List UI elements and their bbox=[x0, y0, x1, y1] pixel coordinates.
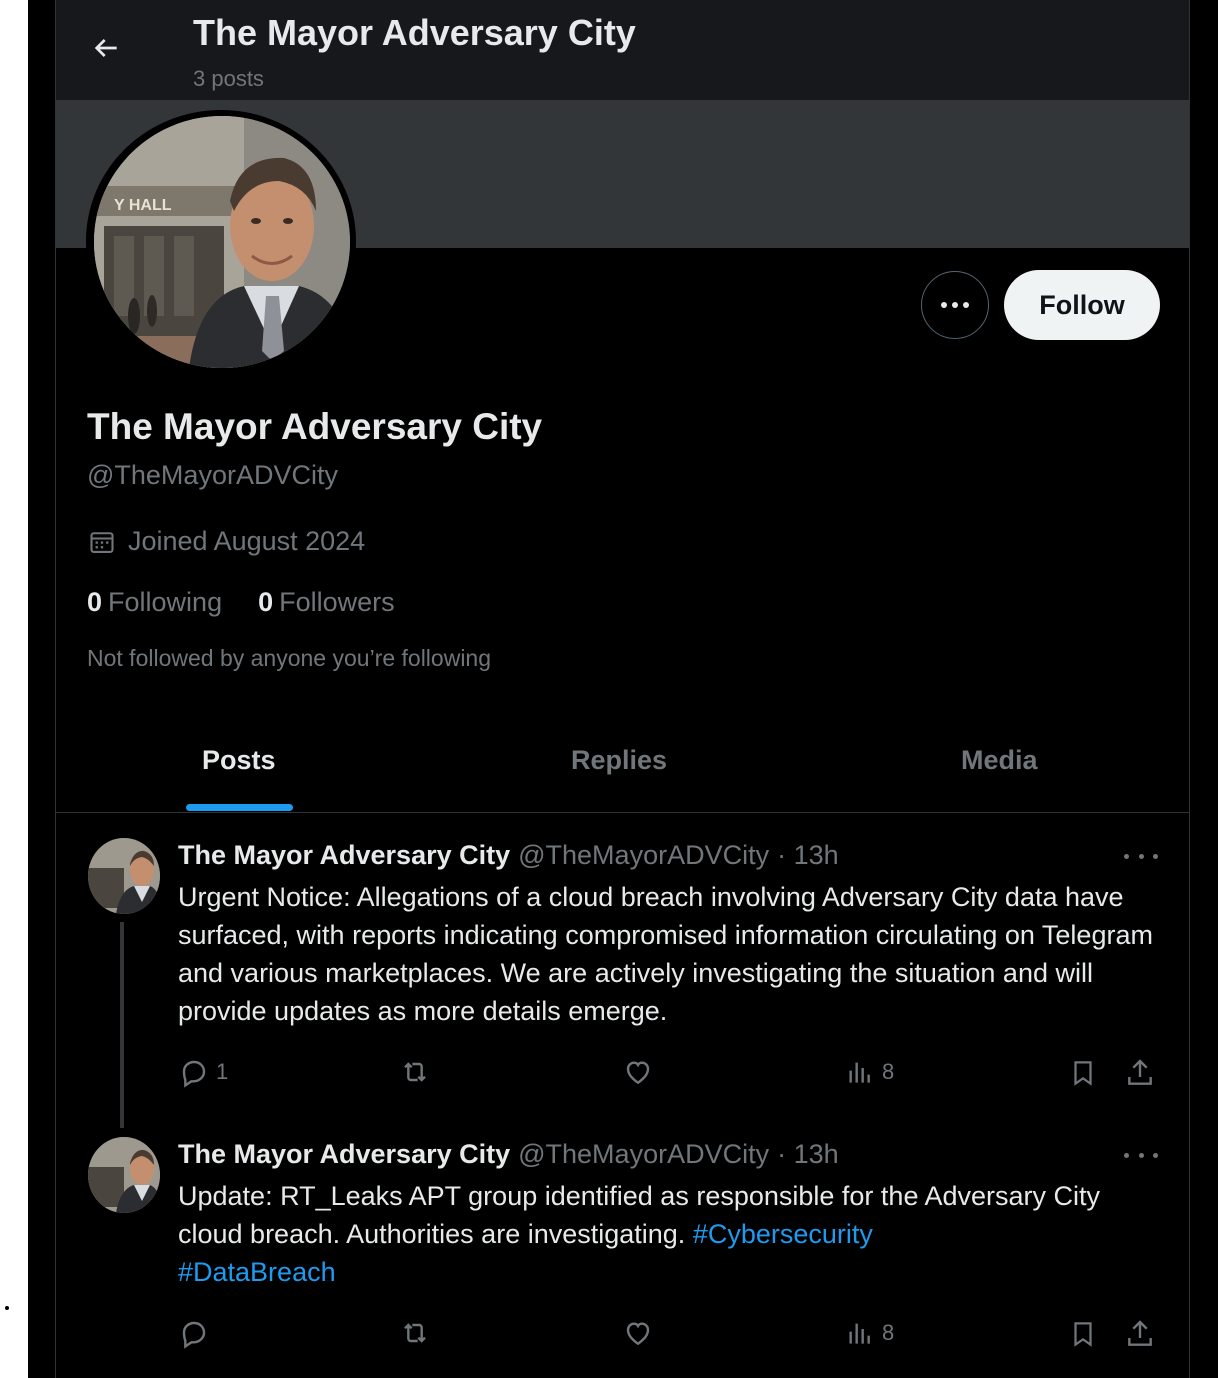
followers-link[interactable]: 0 Followers bbox=[258, 587, 395, 618]
post-header: The Mayor Adversary City @TheMayorADVCit… bbox=[178, 1139, 839, 1170]
joined-date-row: Joined August 2024 bbox=[88, 526, 365, 557]
reply-count: 1 bbox=[216, 1059, 229, 1084]
hashtag-link[interactable]: #DataBreach bbox=[178, 1257, 336, 1287]
like-button[interactable] bbox=[622, 1056, 654, 1088]
post-text: Urgent Notice: Allegations of a cloud br… bbox=[178, 882, 1153, 1026]
reply-icon bbox=[182, 1060, 206, 1088]
like-icon bbox=[626, 1322, 650, 1346]
post-more-button[interactable] bbox=[1124, 846, 1158, 866]
right-margin bbox=[1190, 0, 1218, 1378]
bookmark-icon bbox=[1074, 1061, 1092, 1086]
like-button[interactable] bbox=[622, 1317, 654, 1349]
more-dot bbox=[1138, 853, 1144, 859]
svg-text:Y HALL: Y HALL bbox=[114, 197, 172, 214]
left-margin bbox=[0, 0, 28, 1378]
profile-display-name: The Mayor Adversary City bbox=[87, 406, 543, 447]
following-label: Following bbox=[108, 587, 223, 617]
thread-connector bbox=[120, 922, 124, 1128]
repost-button[interactable] bbox=[398, 1056, 432, 1088]
repost-icon bbox=[404, 1323, 426, 1343]
profile-more-button[interactable] bbox=[921, 271, 989, 339]
followers-count: 0 bbox=[258, 587, 274, 617]
bookmark-button[interactable] bbox=[1068, 1317, 1098, 1351]
repost-icon bbox=[404, 1062, 426, 1082]
stray-dot bbox=[5, 1306, 9, 1310]
post-avatar-photo bbox=[88, 838, 160, 914]
active-tab-indicator bbox=[186, 804, 293, 811]
follow-counts: 0 Following 0 Followers bbox=[87, 587, 395, 618]
more-dot bbox=[963, 302, 969, 308]
tab-media[interactable]: Media bbox=[961, 745, 1038, 776]
more-dot bbox=[1153, 1152, 1158, 1158]
share-icon bbox=[1128, 1320, 1152, 1346]
more-dot bbox=[1124, 1152, 1129, 1158]
followers-label: Followers bbox=[279, 587, 395, 617]
post-avatar-photo bbox=[88, 1137, 160, 1213]
calendar-icon bbox=[90, 531, 114, 553]
more-dot bbox=[941, 302, 947, 308]
header-post-count: 3 posts bbox=[193, 66, 264, 91]
post-header: The Mayor Adversary City @TheMayorADVCit… bbox=[178, 840, 839, 871]
tab-replies[interactable]: Replies bbox=[571, 745, 667, 776]
post-more-button[interactable] bbox=[1124, 1145, 1158, 1165]
bookmark-icon bbox=[1074, 1322, 1092, 1347]
like-icon bbox=[626, 1061, 650, 1085]
more-dot bbox=[1124, 853, 1129, 859]
reply-button[interactable] bbox=[178, 1317, 210, 1349]
more-dot bbox=[952, 302, 958, 308]
post-text: Update: RT_Leaks APT group identified as… bbox=[178, 1177, 1168, 1291]
mutual-followers-note: Not followed by anyone you’re following bbox=[87, 645, 492, 671]
profile-handle: @TheMayorADVCity bbox=[87, 460, 338, 490]
post-author-handle[interactable]: @TheMayorADVCity bbox=[518, 840, 769, 871]
post-timestamp[interactable]: · 13h bbox=[777, 840, 839, 871]
share-button[interactable] bbox=[1124, 1317, 1156, 1351]
profile-avatar[interactable]: Y HALL bbox=[94, 116, 350, 368]
hashtag-link[interactable]: #Cybersecurity bbox=[693, 1219, 873, 1249]
profile-tabs: Posts Replies Media bbox=[56, 715, 1189, 813]
joined-date: Joined August 2024 bbox=[128, 526, 366, 556]
views-button[interactable]: 8 bbox=[844, 1317, 894, 1349]
views-button[interactable]: 8 bbox=[844, 1056, 894, 1088]
header-title: The Mayor Adversary City bbox=[193, 12, 636, 53]
follow-button[interactable]: Follow bbox=[1004, 270, 1160, 340]
views-icon bbox=[849, 1323, 870, 1344]
more-dot bbox=[1153, 853, 1158, 859]
avatar-photo: Y HALL bbox=[94, 116, 350, 368]
share-button[interactable] bbox=[1124, 1056, 1156, 1090]
tab-posts[interactable]: Posts bbox=[202, 745, 276, 776]
bookmark-button[interactable] bbox=[1068, 1056, 1098, 1090]
repost-button[interactable] bbox=[398, 1317, 432, 1349]
post-avatar[interactable] bbox=[88, 1137, 160, 1213]
post-author-name[interactable]: The Mayor Adversary City bbox=[178, 840, 510, 871]
views-icon bbox=[849, 1062, 870, 1083]
post-avatar[interactable] bbox=[88, 838, 160, 914]
post-timestamp[interactable]: · 13h bbox=[777, 1139, 839, 1170]
following-link[interactable]: 0 Following bbox=[87, 587, 222, 618]
back-arrow-icon bbox=[94, 39, 117, 57]
reply-icon bbox=[182, 1321, 206, 1349]
back-button[interactable] bbox=[80, 22, 132, 74]
share-icon bbox=[1128, 1059, 1152, 1085]
post-text-body: Update: RT_Leaks APT group identified as… bbox=[178, 1181, 1101, 1249]
post-author-handle[interactable]: @TheMayorADVCity bbox=[518, 1139, 769, 1170]
more-dot bbox=[1138, 1152, 1144, 1158]
following-count: 0 bbox=[87, 587, 103, 617]
column-border-right bbox=[1189, 0, 1190, 1378]
reply-button[interactable]: 1 bbox=[178, 1056, 228, 1088]
views-count: 8 bbox=[882, 1320, 895, 1345]
post-author-name[interactable]: The Mayor Adversary City bbox=[178, 1139, 510, 1170]
views-count: 8 bbox=[882, 1059, 895, 1084]
